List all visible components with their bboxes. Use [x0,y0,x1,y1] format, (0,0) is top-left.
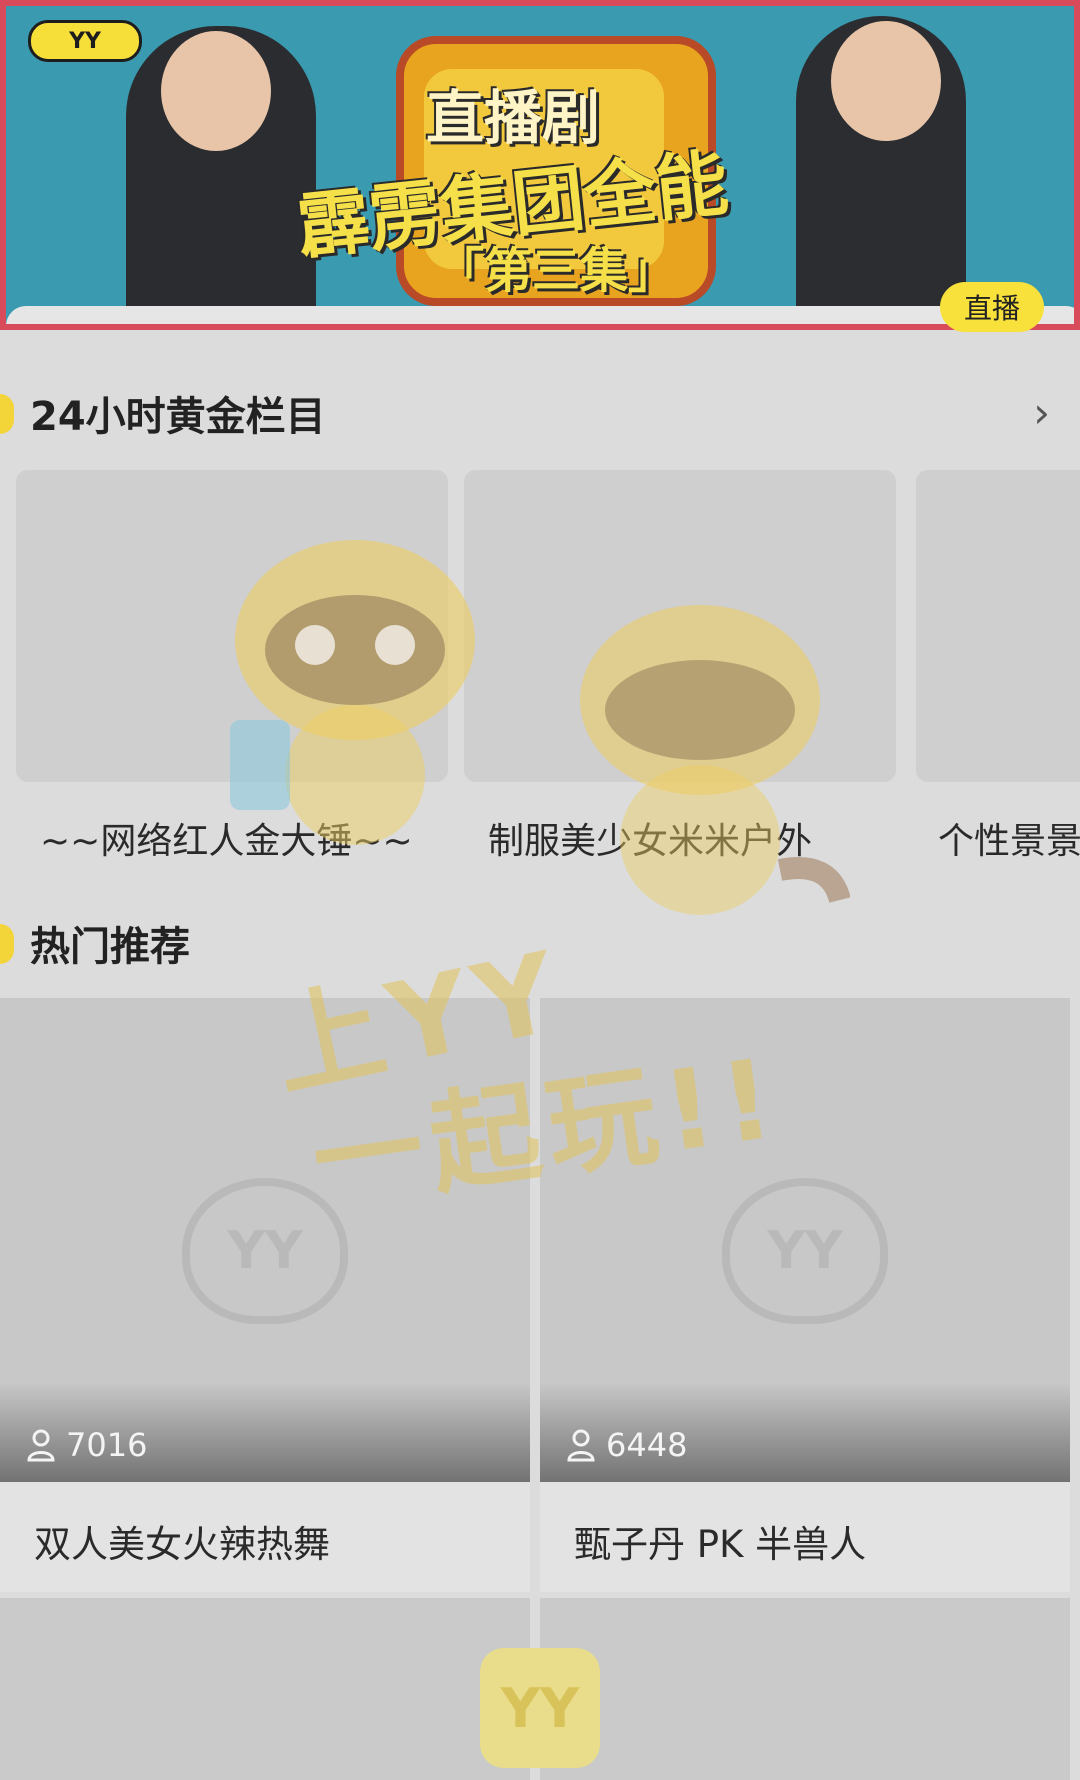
section-accent-bar [0,394,14,434]
yy-app-icon: YY [480,1648,600,1768]
raccoon-mascot-icon [580,605,850,915]
golden-card-label[interactable]: 个性景景 [938,812,1080,864]
host-left-image [126,26,316,324]
hot-card-label-area[interactable]: 双人美女火辣热舞 [0,1482,530,1592]
top-banner[interactable]: 直播剧 霹雳集团全能 「第三集」 YY [0,0,1080,330]
viewer-count: 7016 [26,1426,147,1464]
live-badge: 直播 [940,282,1044,332]
golden-section-header[interactable]: 24小时黄金栏目 › [0,370,1080,450]
section-accent-bar [0,924,14,964]
golden-section-title: 24小时黄金栏目 [30,394,326,440]
hot-card-label-area[interactable]: 甄子丹 PK 半兽人 [540,1482,1070,1592]
golden-card[interactable] [916,470,1080,782]
banner-cloud-edge [6,306,1074,324]
viewer-count: 6448 [566,1426,687,1464]
host-right-image [796,16,966,324]
viewer-count-value: 7016 [66,1426,148,1464]
hot-section-title: 热门推荐 [30,924,190,970]
yy-logo: YY [28,20,142,62]
yy-placeholder-icon: YY [722,1178,888,1324]
person-icon [567,1429,595,1462]
person-icon [27,1429,55,1462]
hot-card-label: 甄子丹 PK 半兽人 [574,1523,867,1566]
raccoon-mascot-icon [230,540,475,845]
hot-card[interactable] [540,1598,1070,1780]
hot-card[interactable] [0,1598,530,1780]
chevron-right-icon[interactable]: › [1033,388,1050,437]
banner-title-line3: 「第三集」 [436,243,677,299]
hot-card-label: 双人美女火辣热舞 [34,1523,330,1566]
viewer-count-value: 6448 [606,1426,688,1464]
